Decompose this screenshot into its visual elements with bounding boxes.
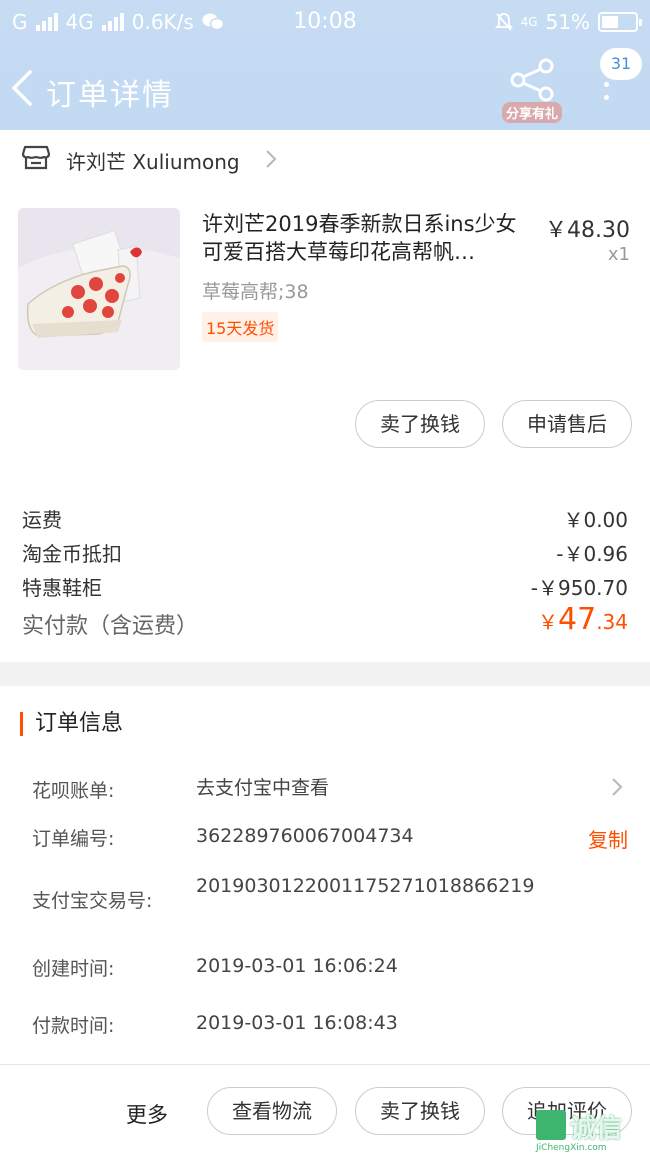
fee-value: ￥0.00 [563, 508, 628, 532]
chevron-right-icon [266, 150, 277, 168]
paid-label: 实付款（含运费） [22, 614, 199, 639]
product-price: ￥48.30 [545, 218, 630, 243]
product-quantity: x1 [607, 244, 630, 265]
back-arrow-icon[interactable] [8, 68, 38, 108]
fee-value: -￥0.96 [556, 542, 628, 566]
product-spec: 草莓高帮;38 [202, 281, 309, 303]
shop-name: 许刘芒 Xuliumong [66, 150, 240, 174]
share-button[interactable]: 分享有礼 [498, 58, 566, 123]
sell-button-bottom[interactable]: 卖了换钱 [355, 1087, 485, 1135]
info-label: 创建时间: [32, 958, 115, 980]
info-label: 花呗账单: [32, 780, 115, 802]
paid-currency: ￥ [538, 610, 558, 634]
product-item[interactable]: 许刘芒2019春季新款日系ins少女可爱百搭大草莓印花高帮帆… ￥48.30 x… [0, 202, 650, 372]
info-value: 去支付宝中查看 [196, 777, 330, 799]
logistics-button[interactable]: 查看物流 [207, 1087, 337, 1135]
fee-row-discount: 特惠鞋柜 -￥950.70 [22, 572, 628, 601]
shop-row[interactable]: 许刘芒 Xuliumong [0, 130, 650, 188]
fee-value: -￥950.70 [530, 576, 628, 600]
more-button[interactable]: 更多 [126, 1099, 168, 1129]
paid-decimal: .34 [596, 610, 628, 634]
info-label: 支付宝交易号: [32, 890, 153, 912]
sell-button[interactable]: 卖了换钱 [355, 400, 485, 448]
share-label: 分享有礼 [502, 102, 563, 123]
product-title[interactable]: 许刘芒2019春季新款日系ins少女可爱百搭大草莓印花高帮帆… [202, 210, 532, 266]
copy-button[interactable]: 复制 [588, 824, 628, 853]
fee-label: 特惠鞋柜 [22, 576, 102, 600]
store-icon [22, 145, 50, 170]
fee-row-shipping: 运费 ￥0.00 [22, 504, 628, 533]
paid-integer: 47 [558, 602, 597, 637]
info-label: 付款时间: [32, 1015, 115, 1037]
share-icon [510, 58, 554, 102]
paid-amount: ￥47.34 [538, 602, 628, 637]
mute-icon [494, 13, 513, 31]
ship-tag: 15天发货 [202, 312, 279, 342]
message-badge[interactable]: 31 [600, 48, 642, 80]
order-info-heading: 订单信息 [20, 712, 123, 736]
watermark-logo: 诚信 JiChengXin.com [536, 1108, 650, 1155]
order-info-section: 订单信息 花呗账单: 去支付宝中查看 订单编号: 362289760067004… [0, 686, 650, 1064]
nav-bar: 订单详情 分享有礼 [0, 50, 650, 126]
watermark-sub: JiChengXin.com [536, 1143, 607, 1153]
fee-label: 淘金币抵扣 [22, 542, 122, 566]
product-image[interactable] [18, 208, 180, 370]
info-value: 362289760067004734 [196, 825, 414, 847]
after-sale-button[interactable]: 申请售后 [502, 400, 632, 448]
battery-label: 51% [545, 10, 590, 34]
info-value: 2019030122001175271018866219 [196, 875, 535, 897]
fee-row-coin: 淘金币抵扣 -￥0.96 [22, 538, 628, 567]
chevron-right-icon [612, 778, 623, 796]
info-value: 2019-03-01 16:08:43 [196, 1012, 398, 1034]
info-label: 订单编号: [32, 828, 115, 850]
battery-icon [598, 12, 642, 32]
network-label-right: 4G [520, 15, 538, 29]
status-bar: G 4G 0.6K/s 10:08 4G 51% [0, 0, 650, 44]
fee-label: 运费 [22, 508, 62, 532]
header: G 4G 0.6K/s 10:08 4G 51% 订单详情 分享有礼 31 [0, 0, 650, 130]
paid-row: 实付款（含运费） ￥47.34 [22, 602, 628, 640]
more-menu-icon[interactable] [604, 82, 610, 108]
sneaker-image [18, 208, 180, 370]
watermark-text: 诚信 [570, 1114, 623, 1144]
info-value: 2019-03-01 16:06:24 [196, 955, 398, 977]
order-card: 许刘芒 Xuliumong 许刘芒2019春季新款日系ins少女可爱百搭大草莓印… [0, 130, 650, 662]
page-title: 订单详情 [46, 78, 174, 113]
info-row-alipay-number: 支付宝交易号: 2019030122001175271018866219 [32, 874, 628, 924]
